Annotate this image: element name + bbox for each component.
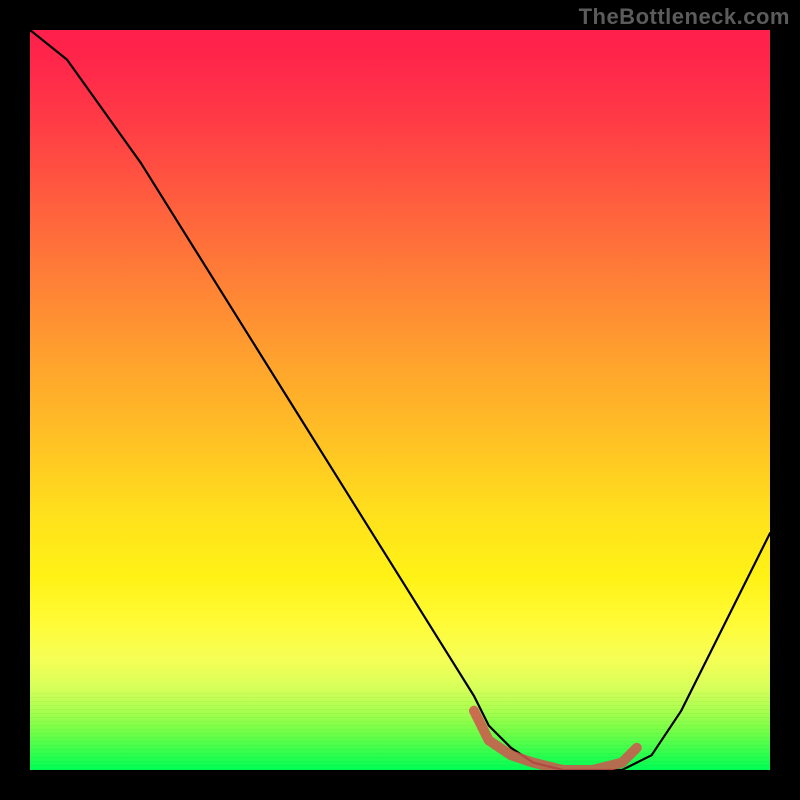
optimal-range-highlight-path <box>474 711 637 770</box>
chart-svg <box>30 30 770 770</box>
watermark-text: TheBottleneck.com <box>579 4 790 30</box>
plot-area <box>30 30 770 770</box>
bottleneck-curve-path <box>30 30 770 770</box>
chart-container: TheBottleneck.com <box>0 0 800 800</box>
